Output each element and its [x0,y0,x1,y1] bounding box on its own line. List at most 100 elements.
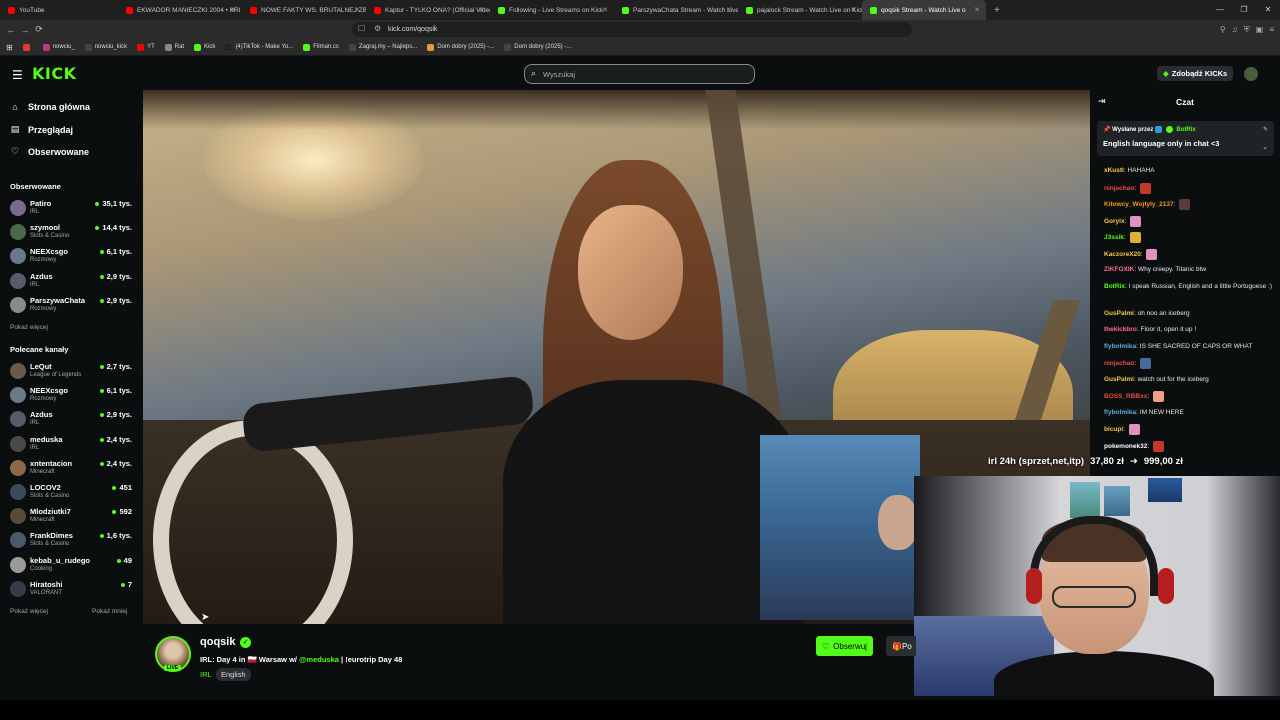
close-tab-icon[interactable]: ✕ [230,6,236,14]
sidebar-channel[interactable]: NEEXcsgo Rozmowy 6,1 tys. [10,245,134,267]
bookmark-item[interactable]: YT [137,43,155,51]
close-tab-icon[interactable]: ✕ [974,6,980,14]
sidebar-channel[interactable]: Azdus IRL 2,9 tys. [10,408,134,430]
close-tab-icon[interactable]: ✕ [726,6,732,14]
collapse-chat-icon[interactable]: ⇥ [1098,96,1106,107]
chat-username[interactable]: xKustl [1104,167,1124,174]
bookmark-item[interactable] [22,43,33,51]
user-avatar[interactable] [1244,67,1258,81]
recommended-show-more[interactable]: Pokaż więcej [10,608,48,615]
stream-language-tag[interactable]: English [216,668,251,681]
chat-username[interactable]: J3ssik [1104,234,1124,241]
bookmark-item[interactable]: Dom dobry (2025) -... [427,43,494,51]
bookmark-item[interactable]: Kick [194,43,215,51]
chat-username[interactable]: GusPalmi [1104,376,1134,383]
chevron-down-icon[interactable]: ⌄ [1262,143,1268,151]
maximize-icon[interactable]: ❐ [1232,0,1256,20]
audio-icon[interactable]: ♫ [1232,25,1238,35]
nav-browse[interactable]: ▤ Przeglądaj [10,124,73,135]
reload-icon[interactable]: ⟳ [32,24,46,35]
bookmark-icon[interactable]: ☐ [358,24,365,33]
live-badge: LIVE [164,665,182,671]
sidebar-channel[interactable]: Mlodziutki7 Minecraft 592 [10,505,134,527]
get-kicks-button[interactable]: ◆ Zdobądź KICKs [1157,66,1234,81]
channel-name: Azdus [30,410,53,420]
chat-username[interactable]: thekickbro [1104,326,1137,333]
chat-username[interactable]: flybolmika [1104,343,1136,350]
chat-username[interactable]: ZIKFOXIK [1104,266,1134,273]
bookmark-item[interactable]: Zagraj.my – Najleps... [348,43,417,51]
chat-username[interactable]: flybolmika [1104,409,1136,416]
new-tab-button[interactable]: + [986,5,1008,16]
sidebar-channel[interactable]: kebab_u_rudego Cooking 49 [10,554,134,576]
channel-avatar [10,272,26,289]
bookmark-item[interactable]: nowciu_kick [84,43,127,51]
browser-tab[interactable]: EKWADOR MANIECZKI 2004 • KRI ✕ [118,0,242,20]
nav-home[interactable]: ⌂ Strona główna [10,102,90,112]
back-icon[interactable]: ← [4,25,18,35]
browser-tab[interactable]: pajalock Stream - Watch Live on Kick ✕ [738,0,862,20]
chat-username[interactable]: KaczoreX20 [1104,251,1141,258]
extension-icon[interactable]: ⚲ [1220,25,1226,35]
sidebar-channel[interactable]: Patiro IRL 35,1 tys. [10,197,134,219]
search-input[interactable]: ⌕ Wyszukaj [524,64,755,84]
bookmark-item[interactable]: (4)TikTok - Make Yo... [225,43,293,51]
shield-icon[interactable]: ⛨ [1244,25,1250,35]
sidebar-channel[interactable]: szymool Slots & Casino 14,4 tys. [10,221,134,243]
streamer-name[interactable]: qoqsik [200,636,235,648]
sidebar-channel[interactable]: FrankDimes Slots & Casino 1,6 tys. [10,529,134,551]
browser-tab[interactable]: ParszywaChata Stream - Watch Live ✕ [614,0,738,20]
chat-username[interactable]: Kitowcy_Wojtyly_2137 [1104,201,1174,208]
close-tab-icon[interactable]: ✕ [478,6,484,14]
sidebar-channel[interactable]: Azdus IRL 2,9 tys. [10,270,134,292]
sidebar-channel[interactable]: LeQut League of Legends 2,7 tys. [10,360,134,382]
unpin-icon[interactable]: ✎ [1263,126,1268,133]
sidebar-channel[interactable]: LOCOV2 Slots & Casino 451 [10,481,134,503]
gift-sub-button[interactable]: 🎁 Po [886,636,916,656]
pinned-message[interactable]: 📌 Wysłane przez BotRix English language … [1097,121,1274,156]
close-tab-icon[interactable]: ✕ [354,6,360,14]
wallet-icon[interactable]: ▣ [1256,25,1264,35]
site-info-icon[interactable]: ⚙ [374,24,381,33]
stream-category[interactable]: IRL [200,670,212,679]
bookmark-favicon-icon [22,43,30,51]
sidebar-channel[interactable]: NEEXcsgo Rozmowy 6,1 tys. [10,384,134,406]
sidebar-channel[interactable]: xntentacion Minecraft 2,4 tys. [10,457,134,479]
chat-username[interactable]: ninjachao [1104,360,1134,367]
close-tab-icon[interactable]: ✕ [850,6,856,14]
channel-category: VALORANT [30,589,62,596]
browser-tab[interactable]: Following - Live Streams on Kick ✕ [490,0,614,20]
browser-tab[interactable]: qoqsik Stream - Watch Live o ✕ [862,0,986,20]
url-field[interactable]: ☐ ⚙ kick.com/qoqsik [352,22,912,37]
stream-title-mention[interactable]: @meduska [299,655,339,664]
chat-username[interactable]: Gorylx [1104,218,1125,225]
chat-username[interactable]: pokemonek32 [1104,443,1147,450]
browser-tab[interactable]: NOWE FAKTY WS. BRUTALNEJ ZBRO ✕ [242,0,366,20]
minimize-icon[interactable]: — [1208,0,1232,20]
followed-show-more[interactable]: Pokaż więcej [10,324,48,331]
kick-logo[interactable]: KICK [32,64,77,83]
sidebar-channel[interactable]: meduska IRL 2,4 tys. [10,433,134,455]
chat-username[interactable]: ninjachao [1104,185,1134,192]
chat-username[interactable]: BotRix [1104,283,1125,290]
recommended-show-less[interactable]: Pokaż mniej [92,608,127,615]
close-window-icon[interactable]: ✕ [1256,0,1280,20]
sidebar-channel[interactable]: ParszywaChata Rozmowy 2,9 tys. [10,294,134,316]
bookmark-item[interactable]: Filman.cc [303,43,339,51]
bookmark-item[interactable]: Dom dobry (2025) -... [504,43,571,51]
chat-username[interactable]: GusPalmi [1104,310,1134,317]
chat-username[interactable]: BOSS_RBBxx [1104,393,1147,400]
follow-button[interactable]: ♡ Obserwuj [816,636,873,656]
bookmark-item[interactable]: nowciu_ [42,43,75,51]
sidebar-channel[interactable]: Hiratoshi VALORANT 7 [10,578,134,600]
forward-icon[interactable]: → [18,25,32,35]
chat-username[interactable]: bicupi [1104,426,1123,433]
close-tab-icon[interactable]: ✕ [602,6,608,14]
browser-tab[interactable]: YouTube [0,0,118,20]
menu-icon[interactable]: ≡ [1269,25,1274,35]
hamburger-menu-icon[interactable]: ☰ [12,68,23,82]
browser-tab[interactable]: Kaptur - TYLKO ONA? (Official Video ✕ [366,0,490,20]
nav-following[interactable]: ♡ Obserwowane [10,146,89,157]
apps-grid-icon[interactable]: ⊞ [6,43,13,52]
bookmark-item[interactable]: Rat [164,43,184,51]
